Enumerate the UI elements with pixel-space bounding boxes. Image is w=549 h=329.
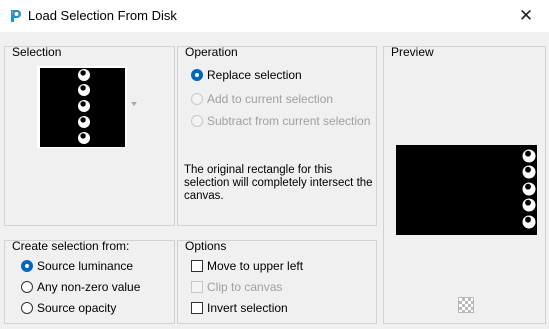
options-panel-title: Options xyxy=(185,239,227,253)
radio-indicator[interactable] xyxy=(191,93,203,105)
move-upper-left-label: Move to upper left xyxy=(207,259,304,273)
clip-to-canvas-checkbox[interactable]: Clip to canvas xyxy=(191,280,282,294)
ring-mark-icon xyxy=(78,84,90,96)
radio-indicator[interactable] xyxy=(21,260,33,272)
add-to-selection-label: Add to current selection xyxy=(207,92,334,106)
selection-thumbnail[interactable] xyxy=(40,68,125,147)
any-non-zero-label: Any non-zero value xyxy=(37,280,141,294)
radio-indicator[interactable] xyxy=(21,281,33,293)
preview-panel-title: Preview xyxy=(391,45,434,59)
checkbox-indicator[interactable] xyxy=(191,281,203,293)
source-luminance-label: Source luminance xyxy=(37,259,134,273)
ring-mark-icon xyxy=(78,116,90,128)
operation-panel-title: Operation xyxy=(185,45,238,59)
add-to-selection-radio[interactable]: Add to current selection xyxy=(191,92,333,106)
create-selection-panel-title: Create selection from: xyxy=(12,239,130,253)
invert-selection-checkbox[interactable]: Invert selection xyxy=(191,301,288,315)
any-non-zero-radio[interactable]: Any non-zero value xyxy=(21,280,140,294)
close-icon: ✕ xyxy=(518,6,534,25)
ring-mark-icon xyxy=(522,198,536,212)
ring-mark-icon xyxy=(522,149,536,163)
subtract-selection-label: Subtract from current selection xyxy=(207,114,371,128)
ring-mark-icon xyxy=(78,100,90,112)
radio-indicator[interactable] xyxy=(191,69,203,81)
source-luminance-radio[interactable]: Source luminance xyxy=(21,259,133,273)
close-button[interactable]: ✕ xyxy=(503,0,549,32)
ring-mark-icon xyxy=(522,182,536,196)
selection-panel-title: Selection xyxy=(12,45,62,59)
intersection-note: The original rectangle for this selectio… xyxy=(184,164,373,202)
app-icon xyxy=(11,10,21,22)
ring-mark-icon xyxy=(78,69,90,81)
radio-indicator[interactable] xyxy=(191,115,203,127)
source-opacity-radio[interactable]: Source opacity xyxy=(21,301,116,315)
subtract-selection-radio[interactable]: Subtract from current selection xyxy=(191,114,370,128)
checkbox-indicator[interactable] xyxy=(191,260,203,272)
preview-image xyxy=(396,145,537,235)
radio-indicator[interactable] xyxy=(21,302,33,314)
replace-selection-label: Replace selection xyxy=(207,68,302,82)
move-upper-left-checkbox[interactable]: Move to upper left xyxy=(191,259,303,273)
checkerboard-icon[interactable] xyxy=(458,297,474,313)
ring-mark-icon xyxy=(522,215,536,229)
invert-selection-label: Invert selection xyxy=(207,301,288,315)
title-bar: Load Selection From Disk ✕ xyxy=(0,0,549,32)
window-title: Load Selection From Disk xyxy=(28,8,177,23)
source-opacity-label: Source opacity xyxy=(37,301,117,315)
ring-mark-icon xyxy=(78,132,90,144)
checkbox-indicator[interactable] xyxy=(191,302,203,314)
dropdown-arrow-icon[interactable] xyxy=(131,102,137,106)
ring-mark-icon xyxy=(522,165,536,179)
replace-selection-radio[interactable]: Replace selection xyxy=(191,68,302,82)
clip-to-canvas-label: Clip to canvas xyxy=(207,280,283,294)
